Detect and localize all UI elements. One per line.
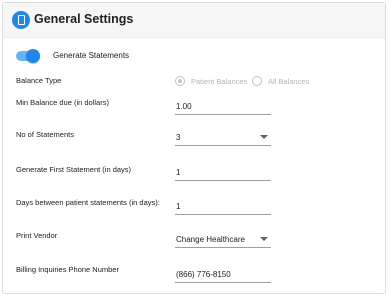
min-balance-label: Min Balance due (in dollars): [16, 98, 109, 107]
document-icon: [12, 11, 30, 29]
radio-all-balances[interactable]: [252, 76, 262, 86]
print-vendor-select[interactable]: Change Healthcare: [175, 232, 271, 248]
chevron-down-icon[interactable]: [260, 237, 268, 241]
page-title: General Settings: [34, 12, 134, 26]
print-vendor-value: Change Healthcare: [176, 235, 245, 244]
balance-type-label: Balance Type: [16, 76, 62, 85]
first-statement-input[interactable]: 1: [175, 165, 271, 181]
radio-patient-balances[interactable]: [175, 76, 185, 86]
card-header: General Settings: [3, 3, 385, 38]
days-between-input[interactable]: 1: [175, 199, 271, 215]
radio-all-balances-label: All Balances: [268, 77, 310, 86]
chevron-down-icon[interactable]: [260, 135, 268, 139]
num-statements-value: 3: [176, 133, 181, 142]
billing-phone-input[interactable]: (866) 776-8150: [175, 267, 271, 283]
billing-phone-value: (866) 776-8150: [176, 270, 231, 279]
min-balance-value: 1.00: [176, 102, 192, 111]
num-statements-label: No of Statements: [16, 130, 74, 139]
first-statement-label: Generate First Statement (in days): [16, 165, 132, 174]
days-between-label: Days between patient statements (in days…: [16, 198, 160, 207]
billing-phone-label: Billing Inquiries Phone Number: [16, 265, 119, 274]
print-vendor-label: Print Vendor: [16, 231, 58, 240]
num-statements-select[interactable]: 3: [175, 130, 271, 146]
generate-statements-label: Generate Statements: [53, 51, 130, 60]
days-between-value: 1: [176, 202, 181, 211]
general-settings-card: General Settings Generate Statements Bal…: [2, 2, 386, 294]
first-statement-value: 1: [176, 168, 181, 177]
radio-patient-balances-label: Patient Balances: [191, 77, 248, 86]
toggle-knob[interactable]: [26, 49, 40, 63]
min-balance-input[interactable]: 1.00: [175, 99, 271, 115]
generate-statements-toggle[interactable]: [16, 49, 40, 63]
